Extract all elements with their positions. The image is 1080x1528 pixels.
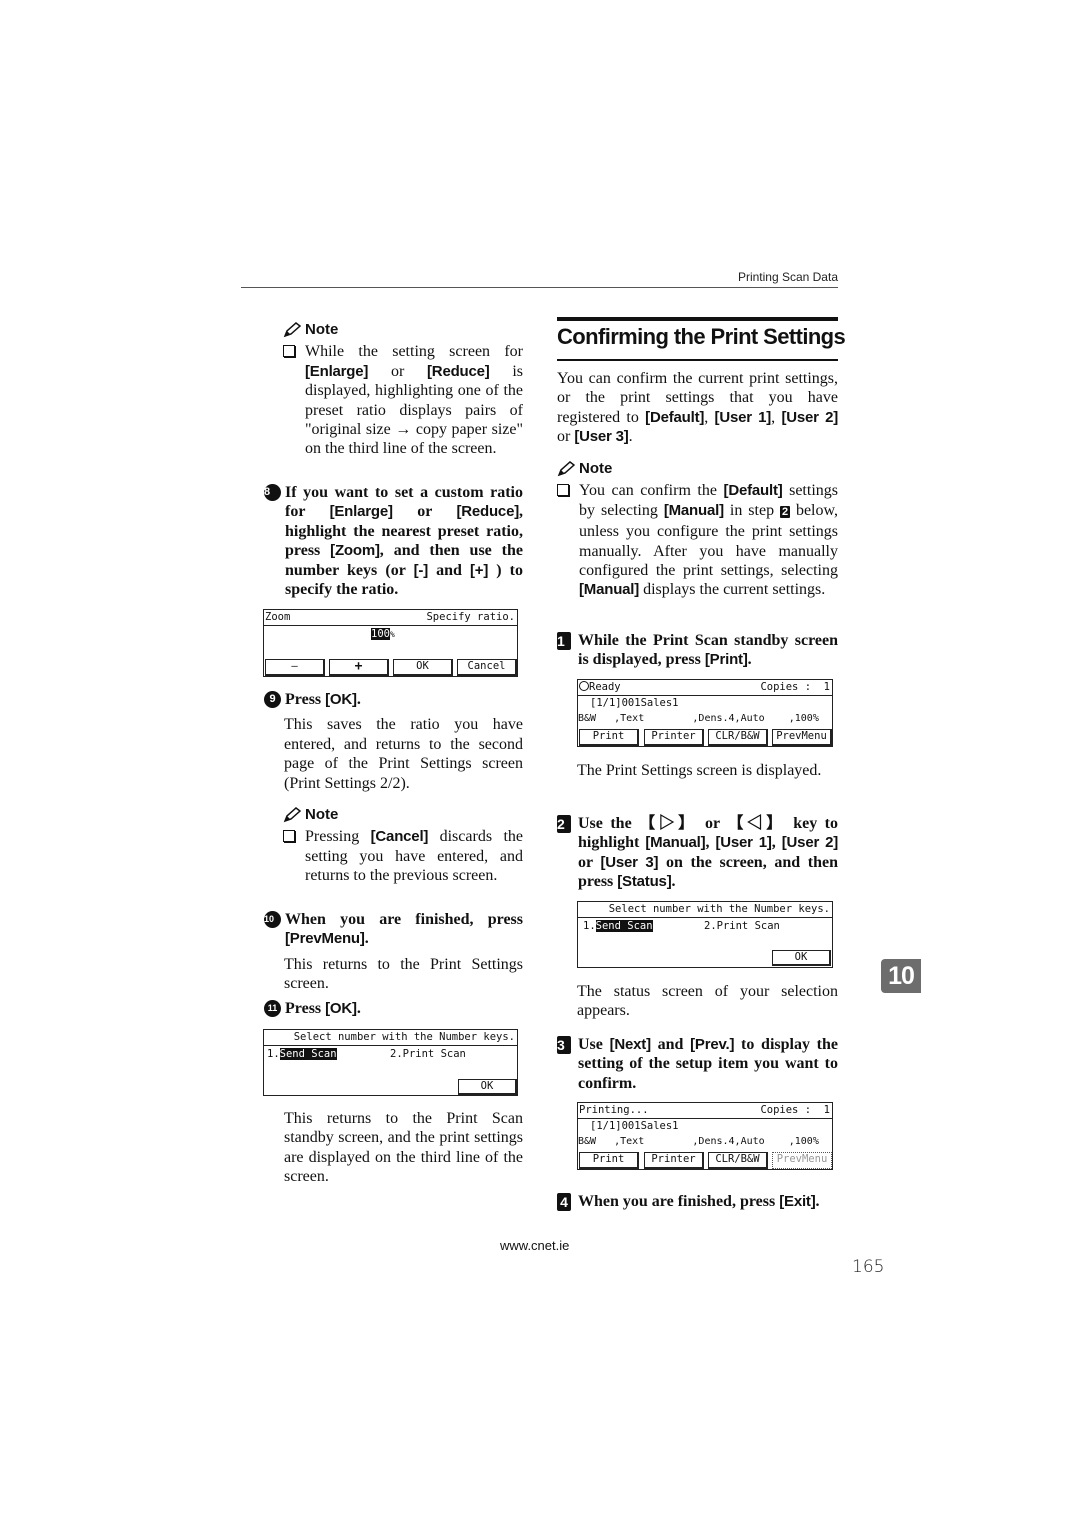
print-button[interactable]: Print [579, 1152, 639, 1169]
lcd-select-screen: Select number with the Number keys. 1.Se… [263, 1029, 518, 1096]
pencil-icon [557, 460, 575, 476]
note-heading: Note [283, 320, 523, 339]
step-body: This returns to the Print Settings scree… [284, 955, 523, 993]
note-heading: Note [557, 459, 838, 478]
step-9: 9 Press [OK]. This saves the ratio you h… [264, 690, 523, 793]
pencil-icon [283, 806, 301, 822]
ok-button[interactable]: OK [772, 950, 831, 966]
note-label: Note [305, 321, 339, 338]
step-2-body: The status screen of your selection appe… [577, 983, 838, 1020]
decrease-button[interactable]: — [265, 659, 325, 676]
lcd-settings: B&W ,Text ,Dens.4,Auto ,100% [578, 1136, 819, 1147]
header-rule [241, 287, 838, 288]
lcd-divider [578, 1118, 832, 1119]
page-number: 165 [852, 1257, 885, 1277]
step-heading: 2 Use the 【▷】 or 【◁】 key to highlight [M… [557, 815, 839, 891]
chapter-tab: 10 [881, 959, 921, 993]
lcd-zoom-screen: Zoom Specify ratio. 100% — + OK Cancel [263, 609, 518, 677]
note-label: Note [305, 806, 339, 823]
lcd-divider [578, 917, 832, 918]
printer-button[interactable]: Printer [644, 1152, 704, 1169]
pencil-icon [283, 321, 301, 337]
step-marker: 9 [264, 691, 281, 708]
ok-button[interactable]: OK [458, 1079, 517, 1095]
intro-paragraph: You can confirm the current print settin… [557, 370, 839, 446]
step-2: 2 Use the 【▷】 or 【◁】 key to highlight [M… [557, 814, 838, 892]
step-11: 11 Press [OK]. [264, 999, 523, 1018]
step-heading: 10 When you are finished, press [PrevMen… [264, 911, 523, 948]
step-4: 4 When you are finished, press [Exit]. [557, 1192, 838, 1211]
step-marker: 4 [557, 1193, 571, 1211]
lcd-prompt: Select number with the Number keys. [608, 903, 830, 915]
prevmenu-button-disabled: PrevMenu [772, 1152, 832, 1169]
print-button[interactable]: Print [579, 729, 639, 746]
lcd-settings: B&W ,Text ,Dens.4,Auto ,100% [578, 713, 819, 724]
note-block-1: Note While the setting screen for [Enlar… [283, 320, 523, 459]
lcd-file: [1/1]001Sales1 [590, 697, 679, 709]
ready-circle-icon [579, 681, 589, 691]
step-marker: 11 [264, 1000, 281, 1017]
checkbox-bullet-icon [283, 345, 295, 358]
step-heading: 8 If you want to set a custom ratio for … [264, 484, 524, 599]
printer-button[interactable]: Printer [644, 729, 704, 746]
option-print-scan[interactable]: 2.Print Scan [704, 920, 832, 932]
lcd-ready-screen: Ready Copies : 1 [1/1]001Sales1 B&W ,Tex… [577, 679, 833, 747]
clr-bw-button[interactable]: CLR/B&W [708, 729, 768, 746]
section-rule-top [557, 317, 838, 321]
step-ref-marker: 2 [780, 505, 790, 518]
step-3: 3 Use [Next] and [Prev.] to display the … [557, 1035, 838, 1093]
lcd-divider [578, 695, 832, 696]
checkbox-bullet-icon [283, 830, 295, 843]
step-marker: 1 [557, 632, 571, 650]
lcd-copies: Copies : 1 [760, 1104, 830, 1116]
step-marker: 2 [557, 815, 571, 833]
section-rule-bottom [557, 359, 838, 361]
step-8: 8 If you want to set a custom ratio for … [264, 483, 523, 599]
lcd-copies: Copies : 1 [760, 681, 830, 693]
step-1-body: The Print Settings screen is displayed. [577, 762, 822, 779]
note-block-right: Note You can confirm the [Default] setti… [557, 459, 838, 600]
running-head: Printing Scan Data [737, 270, 838, 284]
step-heading: 4 When you are finished, press [Exit]. [557, 1192, 838, 1211]
lcd-printing-screen: Printing... Copies : 1 [1/1]001Sales1 B&… [577, 1102, 833, 1170]
section-title: Confirming the Print Settings [557, 324, 846, 349]
note-item: While the setting screen for [Enlarge] o… [283, 342, 523, 458]
step-heading: 3 Use [Next] and [Prev.] to display the … [557, 1036, 838, 1092]
lcd-file: [1/1]001Sales1 [590, 1120, 679, 1132]
step-1: 1 While the Print Scan standby screen is… [557, 631, 838, 670]
note-item: You can confirm the [Default] settings b… [557, 481, 838, 599]
lcd-divider [264, 625, 517, 626]
step-marker: 10 [264, 911, 281, 928]
step-heading: 11 Press [OK]. [264, 999, 523, 1018]
checkbox-bullet-icon [557, 484, 569, 497]
step-marker: 3 [557, 1036, 571, 1054]
lcd-hint: Specify ratio. [426, 611, 515, 623]
step-heading: 1 While the Print Scan standby screen is… [557, 632, 838, 669]
prevmenu-button[interactable]: PrevMenu [772, 729, 832, 746]
increase-button[interactable]: + [329, 659, 389, 676]
option-print-scan[interactable]: 2.Print Scan [390, 1048, 517, 1060]
lcd-prompt: Select number with the Number keys. [293, 1031, 515, 1043]
note-item: Pressing [Cancel] discards the setting y… [283, 827, 523, 885]
ok-button[interactable]: OK [393, 659, 453, 676]
ratio-value-field[interactable]: 100% [371, 628, 517, 640]
note-label: Note [579, 460, 613, 477]
step-heading: 9 Press [OK]. [264, 690, 523, 709]
footer-url: www.cnet.ie [500, 1238, 570, 1253]
cancel-button[interactable]: Cancel [457, 659, 517, 676]
step-10: 10 When you are finished, press [PrevMen… [264, 910, 523, 994]
note-heading: Note [283, 805, 523, 824]
lcd-divider [264, 1045, 517, 1046]
clr-bw-button[interactable]: CLR/B&W [708, 1152, 768, 1169]
step-body: This saves the ratio you have entered, a… [284, 716, 523, 792]
closing-paragraph: This returns to the Print Scan standby s… [284, 1110, 523, 1186]
lcd-select-screen: Select number with the Number keys. 1.Se… [577, 901, 833, 968]
note-block-2: Note Pressing [Cancel] discards the sett… [283, 805, 523, 886]
step-marker: 8 [264, 484, 281, 501]
